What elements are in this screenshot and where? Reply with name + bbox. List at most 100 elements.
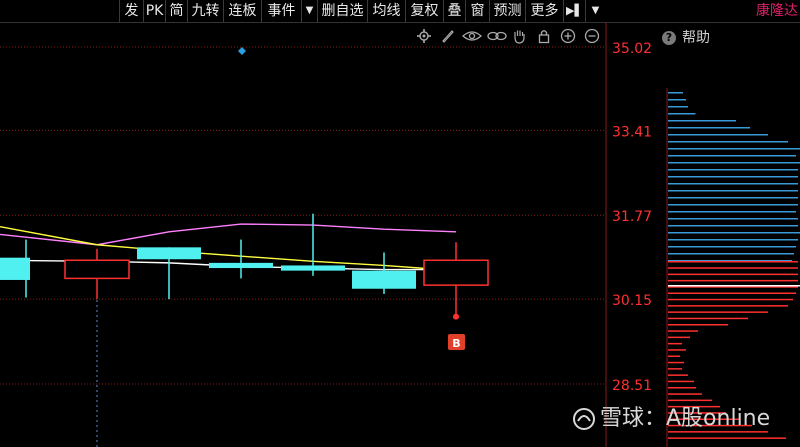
vp-bar-blue-16 bbox=[668, 204, 798, 206]
vp-bar-red-21 bbox=[668, 393, 702, 395]
eye-icon[interactable] bbox=[462, 28, 482, 44]
vp-bar-red-6 bbox=[668, 298, 793, 301]
candle-body-0[interactable] bbox=[0, 257, 30, 280]
vp-bar-red-15 bbox=[668, 355, 680, 357]
vp-bar-red-0 bbox=[668, 261, 798, 263]
vp-bar-blue-10 bbox=[668, 162, 800, 164]
vp-bar-red-17 bbox=[668, 368, 682, 370]
volume-profile bbox=[668, 92, 800, 439]
vp-bar-red-10 bbox=[668, 324, 728, 326]
vp-bar-blue-9 bbox=[668, 155, 796, 157]
candle-body-1[interactable] bbox=[64, 259, 130, 280]
tb-expand-icon[interactable]: ▶▌ bbox=[563, 0, 585, 22]
snowball-logo-icon bbox=[573, 408, 595, 430]
price-grid bbox=[0, 46, 606, 385]
tb-event-button[interactable]: 事件 bbox=[261, 0, 301, 22]
vp-bar-blue-15 bbox=[668, 197, 798, 199]
tb-event-dropdown-icon[interactable]: ▼ bbox=[301, 0, 317, 22]
vp-bar-red-3 bbox=[668, 279, 798, 282]
vp-bar-blue-1 bbox=[668, 99, 686, 101]
price-tick-label-2: 31.77 bbox=[612, 209, 652, 225]
vp-bar-blue-2 bbox=[668, 106, 688, 108]
tb-window-button[interactable]: 窗 bbox=[465, 0, 489, 22]
hand-pan-icon[interactable] bbox=[511, 28, 527, 44]
toolbar-divider bbox=[0, 22, 607, 23]
link-icon[interactable] bbox=[487, 28, 507, 44]
vp-bar-red-12 bbox=[668, 336, 690, 339]
price-tick-label-4: 28.51 bbox=[612, 378, 652, 394]
vp-bar-red-16 bbox=[668, 361, 684, 364]
tb-lianban-button[interactable]: 连板 bbox=[223, 0, 261, 22]
tb-overlay-button[interactable]: 叠 bbox=[443, 0, 465, 22]
vp-bar-blue-20 bbox=[668, 232, 800, 234]
tb-adjust-button[interactable]: 复权 bbox=[405, 0, 443, 22]
vp-bar-blue-21 bbox=[668, 239, 798, 241]
vp-bar-red-13 bbox=[668, 342, 682, 345]
candle-body-4[interactable] bbox=[281, 265, 345, 271]
vp-bar-red-18 bbox=[668, 374, 688, 376]
vp-bar-blue-12 bbox=[668, 176, 798, 178]
vp-bar-red-7 bbox=[668, 305, 788, 307]
vp-bar-blue-13 bbox=[668, 183, 798, 185]
kline-chart[interactable]: 35.02 33.41 31.77 30.15 28.51 B bbox=[0, 0, 800, 447]
tb-fa-button[interactable]: 发 bbox=[119, 0, 143, 22]
vp-bar-red-19 bbox=[668, 380, 694, 383]
buy-marker[interactable]: B bbox=[448, 313, 465, 350]
tb-jiuzhuan-button[interactable]: 九转 bbox=[187, 0, 223, 22]
tb-more-button[interactable]: 更多 bbox=[525, 0, 563, 22]
vp-bar-blue-3 bbox=[668, 113, 696, 115]
right-panel-header: 康隆达 bbox=[607, 0, 800, 23]
vp-bar-blue-11 bbox=[668, 169, 798, 171]
settings-icon[interactable] bbox=[416, 28, 432, 44]
vp-bar-red-11 bbox=[668, 330, 698, 332]
tb-more-dropdown-icon[interactable]: ▼ bbox=[585, 0, 605, 22]
vp-bar-blue-18 bbox=[668, 218, 798, 220]
vp-current-price-line bbox=[668, 285, 800, 287]
vp-bar-red-1 bbox=[668, 267, 798, 269]
help-button[interactable]: ? 帮助 bbox=[662, 26, 710, 50]
lock-icon[interactable] bbox=[536, 28, 552, 44]
candle-body-2[interactable] bbox=[137, 247, 201, 260]
candle-body-3[interactable] bbox=[209, 262, 273, 269]
draw-pen-icon[interactable] bbox=[440, 28, 456, 44]
price-axis: 35.02 33.41 31.77 30.15 28.51 bbox=[612, 41, 652, 394]
tb-pk-button[interactable]: PK bbox=[143, 0, 165, 22]
vp-bar-blue-19 bbox=[668, 225, 798, 227]
top-toolbar: 发 PK 简 九转 连板 事件 ▼ 删自选 均线 复权 叠 窗 预测 更多 ▶▌… bbox=[0, 0, 607, 22]
zoom-in-icon[interactable] bbox=[560, 28, 576, 44]
vp-bar-blue-8 bbox=[668, 148, 800, 150]
vp-bar-red-9 bbox=[668, 317, 748, 320]
vp-bar-blue-7 bbox=[668, 141, 788, 143]
tb-ma-button[interactable]: 均线 bbox=[367, 0, 405, 22]
zoom-out-icon[interactable] bbox=[584, 28, 600, 44]
stock-name[interactable]: 康隆达 bbox=[756, 0, 798, 22]
vp-bar-red-8 bbox=[668, 311, 768, 313]
vp-bar-red-28 bbox=[668, 437, 786, 439]
event-diamond-icon[interactable] bbox=[238, 47, 246, 55]
candle-body-6[interactable] bbox=[423, 259, 489, 286]
vp-bar-blue-22 bbox=[668, 246, 796, 248]
help-label: 帮助 bbox=[682, 30, 710, 46]
tb-remove-watchlist-button[interactable]: 删自选 bbox=[317, 0, 367, 22]
vp-bar-blue-6 bbox=[668, 134, 768, 136]
candle-body-5[interactable] bbox=[352, 270, 416, 289]
buy-marker-label: B bbox=[452, 337, 460, 350]
vp-bar-red-22 bbox=[668, 399, 712, 402]
vp-bar-red-20 bbox=[668, 387, 696, 389]
vp-bar-red-5 bbox=[668, 292, 796, 294]
vp-bar-blue-14 bbox=[668, 190, 798, 192]
tb-forecast-button[interactable]: 预测 bbox=[489, 0, 525, 22]
vp-bar-blue-17 bbox=[668, 211, 796, 213]
vp-bar-red-2 bbox=[668, 273, 798, 276]
ma-pink-line bbox=[0, 223, 457, 246]
vp-bar-blue-23 bbox=[668, 253, 794, 255]
help-icon: ? bbox=[662, 31, 676, 45]
watermark-text: 雪球：A股online bbox=[600, 406, 771, 431]
price-tick-label-0: 35.02 bbox=[612, 41, 652, 57]
vp-bar-blue-5 bbox=[668, 127, 750, 129]
price-tick-label-3: 30.15 bbox=[612, 293, 652, 309]
tb-simple-button[interactable]: 简 bbox=[165, 0, 187, 22]
watermark: 雪球：A股online bbox=[572, 404, 770, 434]
vp-bar-blue-4 bbox=[668, 120, 736, 122]
price-tick-label-1: 33.41 bbox=[612, 124, 652, 140]
